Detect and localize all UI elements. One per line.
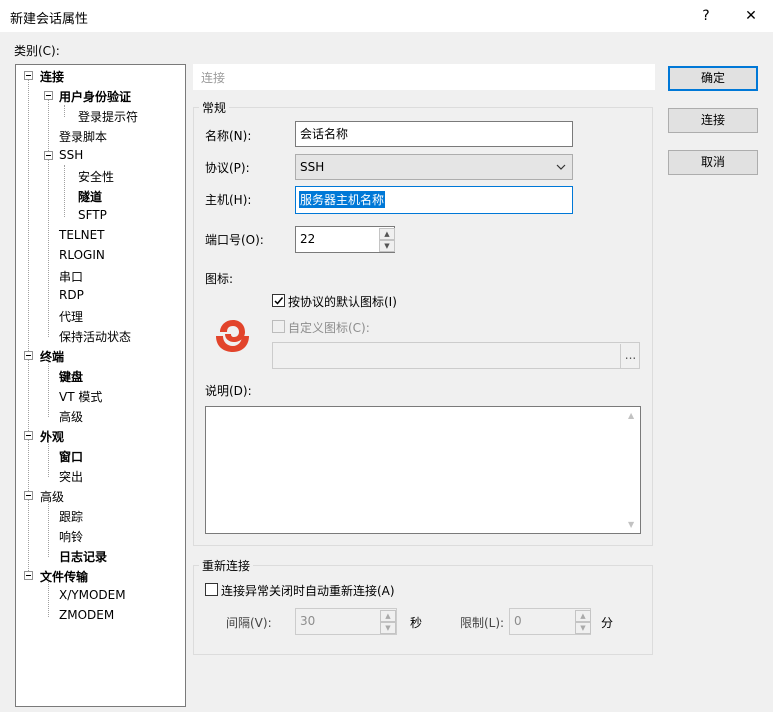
spin-down-icon[interactable]: ▼ bbox=[379, 240, 395, 252]
tree-item-vt-mode[interactable]: VT 模式 bbox=[59, 388, 102, 405]
tree-item-serial[interactable]: 串口 bbox=[59, 268, 83, 285]
chevron-down-icon bbox=[556, 164, 566, 170]
section-header: 连接 bbox=[201, 71, 226, 85]
icon-label: 图标: bbox=[205, 272, 234, 286]
expand-icon-ssh[interactable] bbox=[44, 151, 53, 160]
category-tree[interactable]: 连接 用户身份验证 登录提示符 登录脚本 SSH 安全性 隧道 SFTP TEL… bbox=[15, 64, 186, 707]
tree-item-tunnel[interactable]: 隧道 bbox=[78, 188, 102, 205]
tree-item-appearance[interactable]: 外观 bbox=[40, 428, 64, 445]
general-group-label: 常规 bbox=[199, 99, 230, 116]
tree-item-zmodem[interactable]: ZMODEM bbox=[59, 608, 114, 622]
host-value: 服务器主机名称 bbox=[299, 191, 386, 208]
expand-icon-terminal[interactable] bbox=[24, 351, 33, 360]
tree-item-file-transfer[interactable]: 文件传输 bbox=[40, 568, 88, 585]
tree-item-keyboard[interactable]: 键盘 bbox=[59, 368, 83, 385]
interval-value: 30 bbox=[300, 614, 316, 628]
tree-item-telnet[interactable]: TELNET bbox=[59, 228, 105, 242]
spin-down-icon[interactable]: ▼ bbox=[380, 622, 396, 634]
session-logo-icon bbox=[216, 320, 249, 352]
expand-icon-appearance[interactable] bbox=[24, 431, 33, 440]
browse-button[interactable]: ... bbox=[620, 344, 640, 368]
cancel-button[interactable]: 取消 bbox=[668, 150, 758, 175]
description-label: 说明(D): bbox=[205, 384, 252, 398]
limit-unit: 分 bbox=[601, 616, 614, 630]
description-textarea[interactable]: ▲ ▼ bbox=[205, 406, 641, 534]
description-scrollbar[interactable]: ▲ ▼ bbox=[624, 407, 640, 533]
category-label: 类别(C): bbox=[14, 44, 60, 58]
expand-icon-file-transfer[interactable] bbox=[24, 571, 33, 580]
name-input[interactable]: 会话名称 bbox=[295, 121, 573, 147]
title-bar bbox=[0, 0, 773, 32]
scroll-up-icon[interactable]: ▲ bbox=[628, 411, 634, 420]
section-header-bar bbox=[193, 64, 655, 90]
protocol-label: 协议(P): bbox=[205, 161, 250, 175]
tree-item-terminal[interactable]: 终端 bbox=[40, 348, 64, 365]
limit-label: 限制(L): bbox=[460, 616, 505, 630]
tree-item-keepalive[interactable]: 保持活动状态 bbox=[59, 328, 131, 345]
interval-spinner[interactable]: ▲ ▼ bbox=[380, 610, 396, 634]
interval-label: 间隔(V): bbox=[226, 616, 272, 630]
tree-item-auth[interactable]: 用户身份验证 bbox=[59, 88, 131, 105]
spin-down-icon[interactable]: ▼ bbox=[575, 622, 591, 634]
tree-item-login-prompt[interactable]: 登录提示符 bbox=[78, 108, 138, 125]
reconnect-group-label: 重新连接 bbox=[199, 557, 254, 574]
tree-item-highlight[interactable]: 突出 bbox=[59, 468, 83, 485]
tree-item-rlogin[interactable]: RLOGIN bbox=[59, 248, 105, 262]
tree-item-sftp[interactable]: SFTP bbox=[78, 208, 107, 222]
default-icon-checkbox[interactable] bbox=[272, 294, 285, 307]
custom-icon-checkbox[interactable] bbox=[272, 320, 285, 333]
limit-spinner[interactable]: ▲ ▼ bbox=[575, 610, 591, 634]
limit-value: 0 bbox=[514, 614, 522, 628]
spin-up-icon[interactable]: ▲ bbox=[379, 228, 395, 240]
ok-button[interactable]: 确定 bbox=[668, 66, 758, 91]
tree-item-bell[interactable]: 响铃 bbox=[59, 528, 83, 545]
host-input[interactable]: 服务器主机名称 bbox=[295, 186, 573, 214]
close-button[interactable]: ✕ bbox=[731, 0, 771, 32]
expand-icon-connection[interactable] bbox=[24, 71, 33, 80]
port-value: 22 bbox=[300, 232, 316, 246]
custom-icon-path-input[interactable] bbox=[272, 342, 640, 369]
name-label: 名称(N): bbox=[205, 129, 252, 143]
window-title: 新建会话属性 bbox=[10, 12, 89, 27]
auto-reconnect-label: 连接异常关闭时自动重新连接(A) bbox=[221, 584, 395, 598]
tree-item-connection[interactable]: 连接 bbox=[40, 68, 64, 85]
spin-up-icon[interactable]: ▲ bbox=[380, 610, 396, 622]
help-button[interactable]: ? bbox=[686, 0, 726, 32]
default-icon-label: 按协议的默认图标(I) bbox=[288, 295, 397, 309]
custom-icon-label: 自定义图标(C): bbox=[288, 321, 370, 335]
expand-icon-advanced[interactable] bbox=[24, 491, 33, 500]
port-spinner[interactable]: ▲ ▼ bbox=[379, 228, 395, 252]
connect-button[interactable]: 连接 bbox=[668, 108, 758, 133]
tree-item-advanced[interactable]: 高级 bbox=[40, 488, 64, 505]
tree-item-window[interactable]: 窗口 bbox=[59, 448, 83, 465]
interval-unit: 秒 bbox=[410, 616, 423, 630]
tree-item-security[interactable]: 安全性 bbox=[78, 168, 114, 185]
tree-item-rdp[interactable]: RDP bbox=[59, 288, 84, 302]
tree-item-xymodem[interactable]: X/YMODEM bbox=[59, 588, 126, 602]
tree-item-ssh[interactable]: SSH bbox=[59, 148, 83, 162]
tree-item-proxy[interactable]: 代理 bbox=[59, 308, 83, 325]
host-label: 主机(H): bbox=[205, 193, 252, 207]
tree-item-logging[interactable]: 日志记录 bbox=[59, 548, 107, 565]
tree-item-trace[interactable]: 跟踪 bbox=[59, 508, 83, 525]
scroll-down-icon[interactable]: ▼ bbox=[628, 520, 634, 529]
tree-item-login-script[interactable]: 登录脚本 bbox=[59, 128, 107, 145]
auto-reconnect-checkbox[interactable] bbox=[205, 583, 218, 596]
protocol-select[interactable]: SSH bbox=[295, 154, 573, 180]
protocol-value: SSH bbox=[300, 160, 325, 174]
spin-up-icon[interactable]: ▲ bbox=[575, 610, 591, 622]
tree-item-terminal-advanced[interactable]: 高级 bbox=[59, 408, 83, 425]
port-label: 端口号(O): bbox=[205, 233, 264, 247]
check-icon bbox=[274, 297, 284, 305]
expand-icon-auth[interactable] bbox=[44, 91, 53, 100]
